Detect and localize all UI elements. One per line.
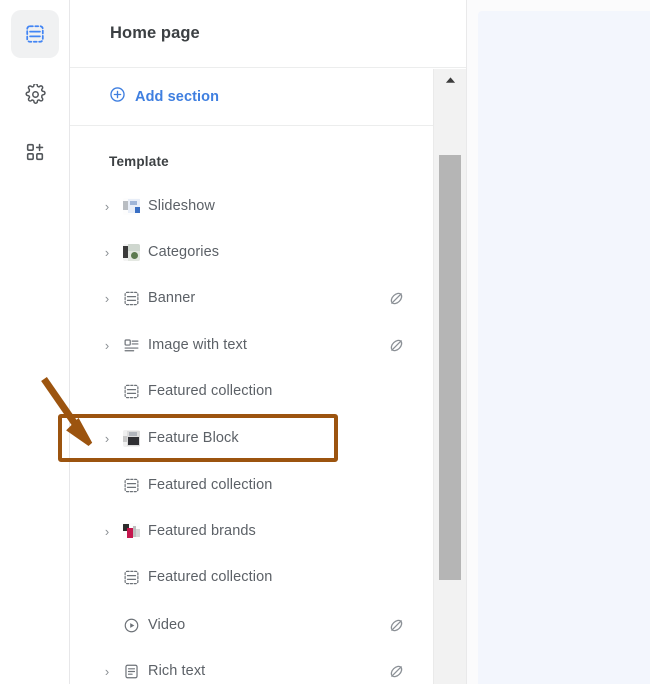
hidden-eye-icon[interactable] — [387, 662, 405, 680]
section-thumbnail — [122, 243, 140, 261]
section-list-item[interactable]: › Feature Block — [70, 418, 433, 458]
hidden-eye-icon[interactable] — [387, 616, 405, 634]
section-item-label: Slideshow — [148, 198, 215, 214]
add-section-label: Add section — [135, 89, 220, 105]
app-blocks-icon — [25, 142, 45, 162]
section-thumbnail — [122, 476, 140, 494]
section-thumbnail — [122, 662, 140, 680]
section-item-label: Categories — [148, 244, 220, 260]
section-item-label: Video — [148, 617, 186, 633]
scroll-up-arrow[interactable] — [434, 69, 466, 91]
section-list-item[interactable]: › Featured brands — [70, 511, 433, 551]
banner-thumbnail-icon — [123, 290, 140, 307]
section-thumbnail — [122, 197, 140, 215]
section-thumbnail — [122, 429, 140, 447]
chevron-right-icon[interactable]: › — [100, 665, 114, 678]
icon-rail — [0, 0, 70, 684]
chevron-right-icon[interactable]: › — [100, 292, 114, 305]
banner-thumbnail-icon — [123, 383, 140, 400]
chevron-right-icon[interactable]: › — [100, 432, 114, 445]
banner-thumbnail-icon — [123, 477, 140, 494]
section-item-label: Feature Block — [148, 430, 239, 446]
store-preview-canvas[interactable] — [478, 11, 650, 684]
section-thumbnail — [122, 336, 140, 354]
theme-editor-screen: Home page Add section Template › Slidesho… — [0, 0, 650, 684]
sidebar-rail-apps[interactable] — [11, 128, 59, 176]
template-group-title: Template — [109, 154, 169, 169]
categories-thumbnail-icon — [122, 243, 140, 261]
scrollbar-thumb[interactable] — [439, 155, 461, 580]
section-list-item[interactable]: Video — [70, 605, 433, 645]
chevron-right-icon[interactable]: › — [100, 246, 114, 259]
sections-icon — [24, 23, 46, 45]
section-list-item[interactable]: › Image with text — [70, 325, 433, 365]
rich-text-thumbnail-icon — [123, 663, 140, 680]
sidebar-rail-settings[interactable] — [11, 70, 59, 118]
section-list-item[interactable]: Featured collection — [70, 557, 433, 597]
section-item-label: Featured collection — [148, 477, 273, 493]
section-item-label: Featured collection — [148, 569, 273, 585]
section-thumbnail — [122, 568, 140, 586]
section-thumbnail — [122, 289, 140, 307]
panel-scrollbar[interactable] — [433, 69, 466, 684]
slideshow-thumbnail-icon — [122, 197, 140, 215]
gear-icon — [25, 83, 46, 105]
chevron-right-icon[interactable]: › — [100, 339, 114, 352]
section-item-label: Banner — [148, 290, 196, 306]
section-thumbnail — [122, 382, 140, 400]
section-item-label: Rich text — [148, 663, 206, 679]
section-item-label: Featured collection — [148, 383, 273, 399]
section-list-item[interactable]: › Banner — [70, 278, 433, 318]
section-item-label: Image with text — [148, 337, 248, 353]
section-list-item[interactable]: Featured collection — [70, 371, 433, 411]
video-thumbnail-icon — [123, 617, 140, 634]
feature-block-thumbnail-icon — [122, 429, 140, 447]
sections-panel: Home page Add section Template › Slidesho… — [70, 0, 468, 684]
banner-thumbnail-icon — [123, 569, 140, 586]
featured-brands-thumbnail-icon — [122, 522, 140, 540]
page-title: Home page — [110, 24, 200, 42]
chevron-right-icon[interactable]: › — [100, 525, 114, 538]
section-list-item[interactable]: › Slideshow — [70, 186, 433, 226]
section-list-item[interactable]: › Rich text — [70, 651, 433, 684]
section-item-label: Featured brands — [148, 523, 256, 539]
hidden-eye-icon[interactable] — [387, 336, 405, 354]
section-list-item[interactable]: › Categories — [70, 232, 433, 272]
plus-circle-icon — [109, 86, 126, 108]
add-section-button[interactable]: Add section — [70, 69, 433, 126]
sidebar-rail-sections[interactable] — [11, 10, 59, 58]
chevron-right-icon[interactable]: › — [100, 200, 114, 213]
section-list-item[interactable]: Featured collection — [70, 465, 433, 505]
image-with-text-thumbnail-icon — [123, 337, 140, 354]
panel-header: Home page — [70, 0, 468, 68]
section-thumbnail — [122, 616, 140, 634]
section-thumbnail — [122, 522, 140, 540]
hidden-eye-icon[interactable] — [387, 289, 405, 307]
